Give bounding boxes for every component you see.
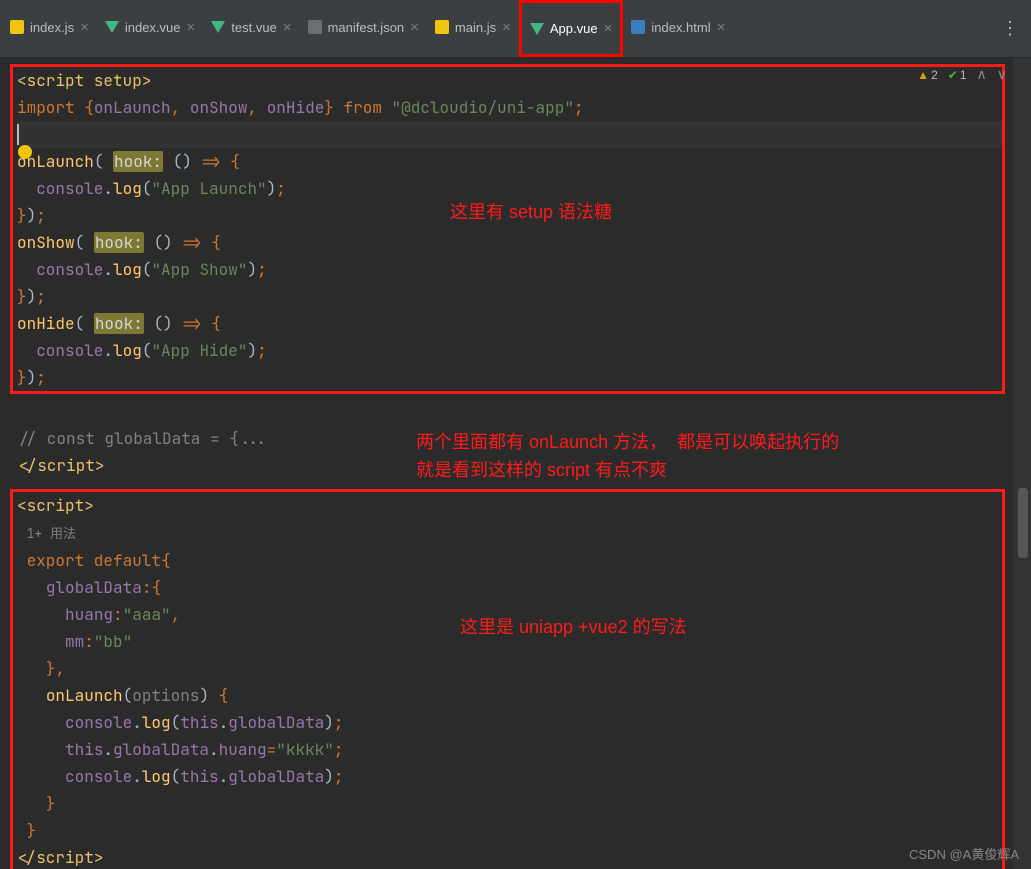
tab-label: main.js — [455, 20, 496, 35]
tab-test-vue[interactable]: test.vue × — [203, 0, 299, 57]
annotation-setup: 这里有 setup 语法糖 — [450, 198, 612, 224]
annotation-compare: 两个里面都有 onLaunch 方法， 都是可以唤起执行的 就是看到这样的 sc… — [416, 428, 839, 484]
tab-overflow-menu[interactable]: ⋮ — [989, 18, 1031, 39]
watermark: CSDN @A黄俊辉A — [909, 844, 1019, 863]
scrollbar-thumb[interactable] — [1018, 488, 1028, 558]
tab-main-js[interactable]: main.js × — [427, 0, 519, 57]
html-icon — [631, 20, 645, 34]
intention-bulb-icon[interactable] — [18, 145, 32, 159]
tab-label: test.vue — [231, 20, 277, 35]
highlight-box-setup: <script setup> import {onLaunch, onShow,… — [10, 64, 1005, 394]
js-icon — [10, 20, 24, 34]
vue-icon — [530, 23, 544, 35]
close-icon[interactable]: × — [717, 20, 726, 35]
close-icon[interactable]: × — [410, 20, 419, 35]
close-icon[interactable]: × — [80, 20, 89, 35]
close-icon[interactable]: × — [604, 21, 613, 36]
code-block-setup[interactable]: <script setup> import {onLaunch, onShow,… — [13, 67, 1002, 391]
tab-index-html[interactable]: index.html × — [623, 0, 733, 57]
tab-label: index.vue — [125, 20, 181, 35]
tab-index-vue[interactable]: index.vue × — [97, 0, 203, 57]
tab-app-vue[interactable]: App.vue × — [519, 0, 623, 57]
annotation-vue2: 这里是 uniapp +vue2 的写法 — [460, 613, 687, 639]
inspection-status: 2 1 ∧ ∨ — [917, 66, 1007, 83]
ok-count: 1 — [948, 68, 967, 82]
chevron-up-icon[interactable]: ∧ — [977, 66, 987, 83]
js-icon — [435, 20, 449, 34]
vue-icon — [105, 21, 119, 33]
tab-label: index.html — [651, 20, 710, 35]
close-icon[interactable]: × — [187, 20, 196, 35]
close-icon[interactable]: × — [283, 20, 292, 35]
vue-icon — [211, 21, 225, 33]
tab-bar: index.js × index.vue × test.vue × manife… — [0, 0, 1031, 58]
highlight-box-vue2: <script> 1+ 用法 export default{ globalDat… — [10, 489, 1005, 869]
tab-manifest-json[interactable]: manifest.json × — [300, 0, 427, 57]
code-block-vue2[interactable]: <script> 1+ 用法 export default{ globalDat… — [13, 492, 1002, 869]
chevron-down-icon[interactable]: ∨ — [997, 66, 1007, 83]
code-editor[interactable]: 2 1 ∧ ∨ <script setup> import {onLaunch,… — [0, 58, 1031, 869]
tab-label: manifest.json — [328, 20, 405, 35]
warning-count: 2 — [917, 68, 938, 82]
tab-label: App.vue — [550, 21, 598, 36]
tab-index-js[interactable]: index.js × — [2, 0, 97, 57]
close-icon[interactable]: × — [502, 20, 511, 35]
json-icon — [308, 20, 322, 34]
tab-label: index.js — [30, 20, 74, 35]
right-gutter — [1013, 58, 1031, 869]
